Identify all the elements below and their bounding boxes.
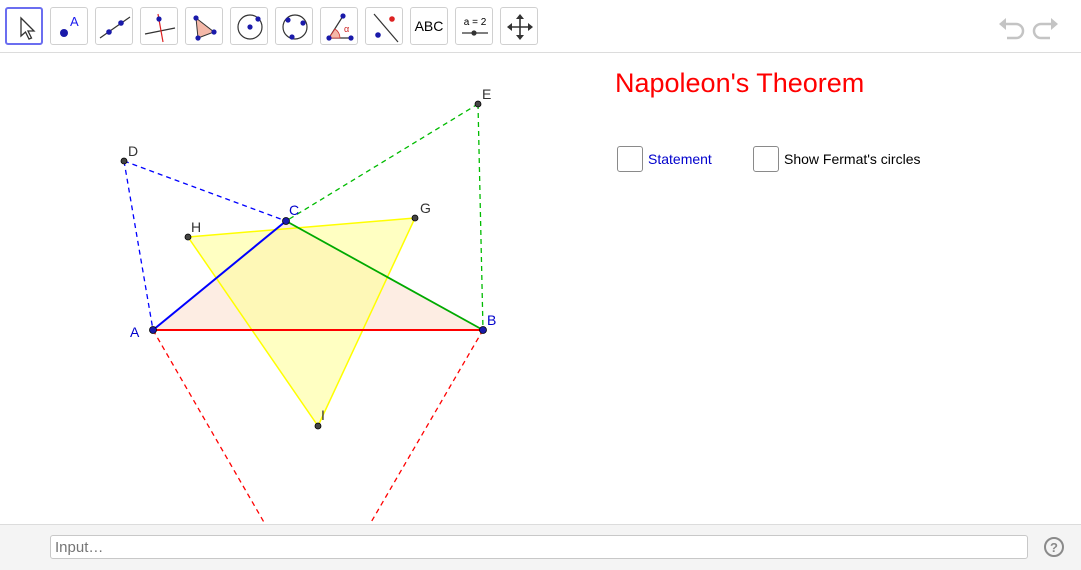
label-h: H xyxy=(191,219,201,235)
line-icon xyxy=(99,16,131,39)
cursor-arrow-icon xyxy=(20,16,36,40)
point-d[interactable] xyxy=(120,157,128,165)
perpendicular-tool-button[interactable] xyxy=(140,7,178,45)
label-g: G xyxy=(420,200,431,216)
line-tool-button[interactable] xyxy=(95,7,133,45)
angle-tool-button[interactable]: α xyxy=(320,7,358,45)
text-tool-button[interactable]: ABC xyxy=(410,7,448,45)
slider-tool-button[interactable]: a = 2 xyxy=(455,7,493,45)
circle-icon xyxy=(237,14,263,40)
move-arrows-icon xyxy=(507,14,533,40)
point-g[interactable] xyxy=(411,214,419,222)
text-tool-label: ABC xyxy=(414,18,444,34)
point-c[interactable] xyxy=(282,217,290,225)
graphics-view[interactable]: A B C D E G H I xyxy=(0,53,1081,525)
move-tool-button[interactable] xyxy=(5,7,43,45)
point-tool-button[interactable]: A xyxy=(50,7,88,45)
move-view-tool-button[interactable] xyxy=(500,7,538,45)
reflect-icon xyxy=(373,13,399,43)
point-icon: A xyxy=(60,14,79,37)
geometry-drawing[interactable]: A B C D E G H I xyxy=(0,53,1081,525)
polygon-tool-button[interactable] xyxy=(185,7,223,45)
point-a[interactable] xyxy=(149,326,157,334)
label-c: C xyxy=(289,202,299,218)
statement-checkbox[interactable] xyxy=(617,146,643,172)
slider-tool-label: a = 2 xyxy=(464,17,487,28)
angle-tool-label: α xyxy=(344,24,349,34)
point-b[interactable] xyxy=(479,326,487,334)
label-d: D xyxy=(128,143,138,159)
circle-tool-button[interactable] xyxy=(230,7,268,45)
circle-three-points-icon xyxy=(282,14,308,40)
label-b: B xyxy=(487,312,496,328)
polygon-icon xyxy=(193,15,217,41)
page-title: Napoleon's Theorem xyxy=(615,68,865,98)
circle-three-points-tool-button[interactable] xyxy=(275,7,313,45)
point-tool-label: A xyxy=(70,14,79,29)
fermat-circles-checkbox-label[interactable]: Show Fermat's circles xyxy=(784,151,920,167)
reflect-tool-button[interactable] xyxy=(365,7,403,45)
label-a: A xyxy=(130,324,140,340)
undo-icon[interactable] xyxy=(995,12,1025,42)
input-bar: ? xyxy=(0,524,1081,570)
label-i: I xyxy=(321,407,325,423)
perpendicular-line-icon xyxy=(144,13,176,43)
statement-checkbox-label[interactable]: Statement xyxy=(648,151,712,167)
point-i[interactable] xyxy=(314,422,322,430)
point-e[interactable] xyxy=(474,100,482,108)
angle-icon: α xyxy=(326,13,354,41)
label-e: E xyxy=(482,86,491,102)
slider-icon: a = 2 xyxy=(462,17,488,36)
help-icon[interactable]: ? xyxy=(1044,537,1064,557)
input-field[interactable] xyxy=(50,535,1028,559)
toolbar: A α ABC a = 2 xyxy=(0,0,1081,53)
redo-icon[interactable] xyxy=(1032,12,1062,42)
fermat-circles-checkbox[interactable] xyxy=(753,146,779,172)
